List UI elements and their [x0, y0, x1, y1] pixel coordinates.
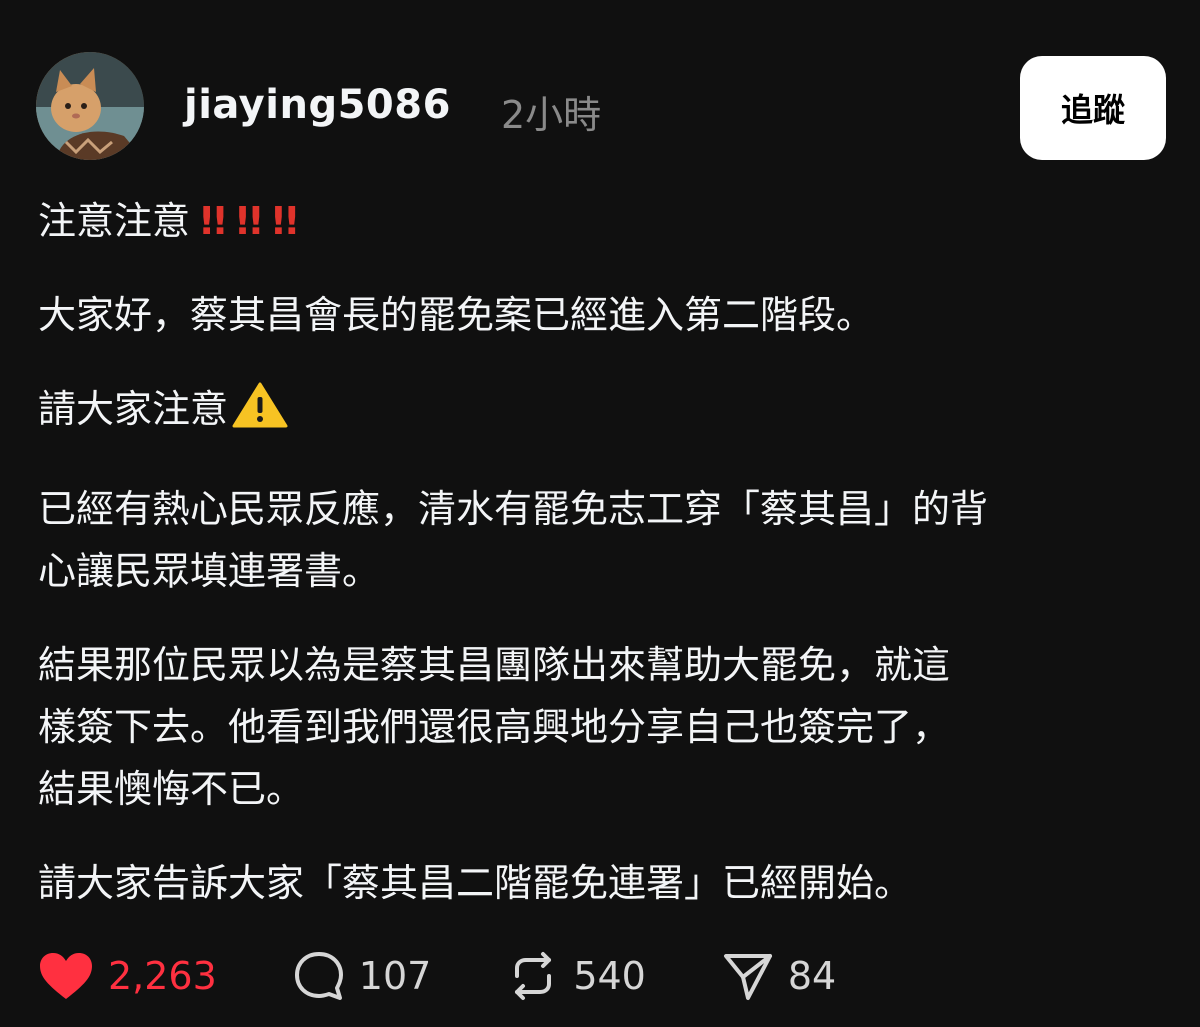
like-count: 2,263	[108, 954, 217, 998]
paragraph-text: 請大家注意	[38, 387, 229, 431]
post-paragraph-3: 請大家注意	[38, 378, 1168, 446]
comment-icon	[293, 950, 345, 1002]
repost-count: 540	[573, 954, 646, 998]
send-icon	[722, 950, 774, 1002]
repost-icon	[507, 950, 559, 1002]
post-paragraph-2: 大家好，蔡其昌會長的罷免案已經進入第二階段。	[38, 293, 875, 337]
comment-count: 107	[358, 954, 432, 998]
post-paragraph-6: 請大家告訴大家「蔡其昌二階罷免連署」已經開始。	[38, 861, 913, 905]
paragraph-text: 注意注意	[38, 199, 191, 243]
exclamation-marks: !! !! !!	[198, 199, 300, 243]
post-body: 注意注意!! !! !! 大家好，蔡其昌會長的罷免案已經進入第二階段。 請大家注…	[38, 190, 1168, 946]
thread-post: jiaying5086 2小時 追蹤 注意注意!! !! !! 大家好，蔡其昌會…	[0, 0, 1200, 1027]
like-button[interactable]: 2,263	[38, 951, 217, 1001]
post-header: jiaying5086 2小時 追蹤	[36, 52, 1166, 162]
cat-avatar-icon	[36, 52, 144, 160]
post-paragraph-1: 注意注意!! !! !!	[38, 190, 1168, 252]
post-paragraph-4: 已經有熱心民眾反應，清水有罷免志工穿「蔡其昌」的背 心讓民眾填連署書。	[38, 487, 989, 593]
post-actions: 2,263 107 540 84	[38, 946, 912, 1006]
avatar[interactable]	[36, 52, 144, 160]
follow-button[interactable]: 追蹤	[1020, 56, 1166, 160]
warning-icon	[232, 382, 288, 446]
heart-icon	[38, 951, 94, 1001]
post-timestamp: 2小時	[501, 93, 602, 137]
post-paragraph-5: 結果那位民眾以為是蔡其昌團隊出來幫助大罷免，就這 樣簽下去。他看到我們還很高興地…	[38, 643, 951, 811]
username[interactable]: jiaying5086	[184, 82, 451, 128]
repost-button[interactable]: 540	[507, 950, 646, 1002]
comment-button[interactable]: 107	[293, 950, 432, 1002]
share-button[interactable]: 84	[722, 950, 836, 1002]
share-count: 84	[787, 954, 837, 998]
